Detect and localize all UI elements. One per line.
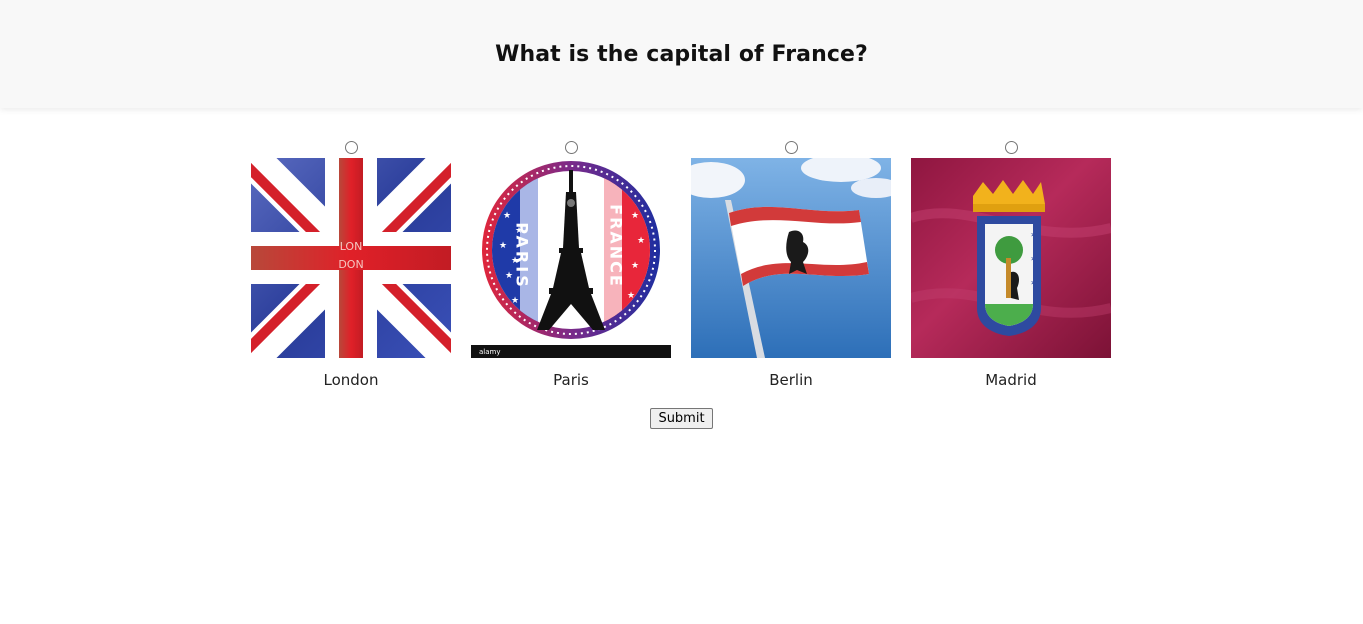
svg-text:★: ★ — [631, 261, 639, 271]
question-title: What is the capital of France? — [495, 41, 868, 67]
svg-text:✶: ✶ — [978, 231, 986, 241]
paris-badge-left-text: PARIS — [513, 222, 532, 289]
london-overlay-1: LON — [340, 240, 363, 253]
svg-text:✶: ✶ — [1030, 255, 1038, 265]
option-london[interactable]: LON DON London — [251, 141, 451, 389]
option-label: London — [323, 371, 379, 389]
paris-eiffel-tower-badge-icon[interactable]: ★★★ ★★★ ★★★ ★★ PARIS FRANCE — [471, 158, 671, 358]
radio-paris[interactable] — [564, 141, 578, 154]
option-paris[interactable]: ★★★ ★★★ ★★★ ★★ PARIS FRANCE — [471, 141, 671, 389]
option-madrid[interactable]: ✶ ✶ ✶ ✶ ✶ ✶ Madrid — [911, 141, 1111, 389]
union-jack-flag-icon[interactable]: LON DON — [251, 158, 451, 358]
submit-row: Submit — [0, 408, 1363, 429]
radio-berlin[interactable] — [784, 141, 798, 154]
option-label: Madrid — [985, 371, 1037, 389]
svg-text:★: ★ — [503, 211, 511, 221]
svg-text:✶: ✶ — [978, 255, 986, 265]
quiz-header: What is the capital of France? — [0, 0, 1363, 108]
paris-badge-right-text: FRANCE — [607, 204, 626, 288]
svg-text:✶: ✶ — [1030, 231, 1038, 241]
option-berlin[interactable]: Berlin — [691, 141, 891, 389]
option-label: Paris — [553, 371, 589, 389]
svg-text:✶: ✶ — [1030, 279, 1038, 289]
svg-text:✶: ✶ — [978, 279, 986, 289]
berlin-flag-icon[interactable] — [691, 158, 891, 358]
madrid-flag-icon[interactable]: ✶ ✶ ✶ ✶ ✶ ✶ — [911, 158, 1111, 358]
answer-options: LON DON London ★ ★ ★ ★ ★ ★ ★ ★ ★ ★ PARIS… — [251, 141, 1111, 389]
svg-text:★: ★ — [631, 211, 639, 221]
svg-text:★: ★ — [499, 241, 507, 251]
radio-madrid[interactable] — [1004, 141, 1018, 154]
svg-text:★: ★ — [637, 236, 645, 246]
alamy-watermark: alamy — [479, 348, 501, 356]
option-label: Berlin — [769, 371, 813, 389]
submit-button[interactable]: Submit — [650, 408, 713, 429]
london-overlay-2: DON — [338, 258, 363, 271]
radio-london[interactable] — [344, 141, 358, 154]
